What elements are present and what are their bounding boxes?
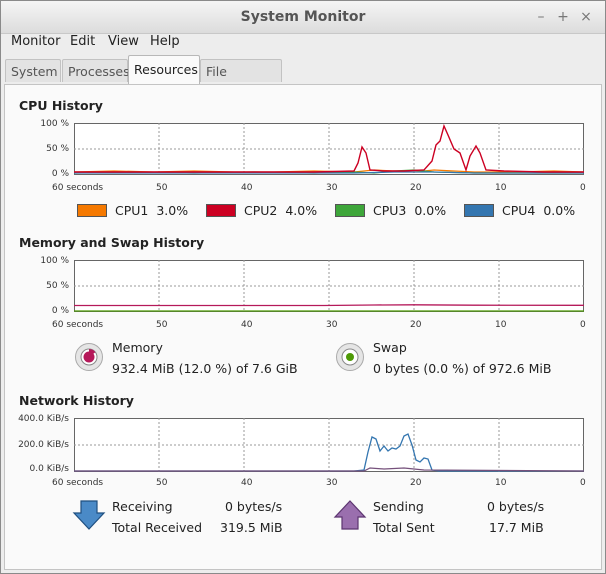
- cpu1-legend: CPU1 3.0%: [115, 203, 188, 218]
- tab-resources[interactable]: Resources: [128, 55, 200, 85]
- memory-label: Memory: [112, 340, 163, 355]
- title-bar[interactable]: System Monitor – + ×: [1, 1, 605, 34]
- total-sent-value: 17.7 MiB: [489, 520, 544, 535]
- mem-y-tick-0: 0 %: [51, 306, 69, 316]
- menu-bar: Monitor Edit View Help: [1, 33, 605, 55]
- memory-history-title: Memory and Swap History: [19, 235, 205, 250]
- window-title: System Monitor: [240, 9, 366, 25]
- close-button[interactable]: ×: [578, 9, 594, 25]
- maximize-button[interactable]: +: [555, 9, 571, 25]
- cpu4-legend: CPU4 0.0%: [502, 203, 575, 218]
- menu-help[interactable]: Help: [150, 34, 180, 49]
- total-sent-label: Total Sent: [373, 520, 435, 535]
- mem-y-tick-100: 100 %: [40, 256, 69, 266]
- net-x-tick-0: 0: [580, 478, 586, 488]
- cpu3-value: 0.0%: [414, 203, 447, 218]
- system-monitor-window: System Monitor – + × Monitor Edit View H…: [0, 0, 606, 574]
- cpu4-name: CPU4: [502, 203, 536, 218]
- mem-x-tick-40: 40: [241, 320, 253, 330]
- net-y-tick-200: 200.0 KiB/s: [18, 440, 69, 450]
- tab-processes[interactable]: Processes: [62, 59, 130, 82]
- cpu2-color-swatch[interactable]: [206, 204, 236, 217]
- cpu-x-tick-10: 10: [495, 183, 507, 193]
- cpu2-legend: CPU2 4.0%: [244, 203, 317, 218]
- minimize-button[interactable]: –: [533, 9, 549, 25]
- mem-x-tick-20: 20: [410, 320, 422, 330]
- cpu-y-tick-0: 0 %: [51, 169, 69, 179]
- menu-view[interactable]: View: [108, 34, 139, 49]
- net-x-tick-30: 30: [326, 478, 338, 488]
- mem-x-tick-50: 50: [156, 320, 168, 330]
- net-x-tick-40: 40: [241, 478, 253, 488]
- tab-bar: System Processes Resources File Systems: [1, 55, 605, 102]
- network-history-graph: [74, 418, 584, 472]
- sending-arrow-icon[interactable]: [333, 499, 367, 531]
- memory-pie-icon[interactable]: [75, 343, 103, 371]
- cpu-history-title: CPU History: [19, 98, 103, 113]
- cpu-history-graph: [74, 123, 584, 175]
- tab-file-systems[interactable]: File Systems: [200, 59, 282, 102]
- net-x-tick-60: 60 seconds: [52, 478, 104, 488]
- net-x-tick-50: 50: [156, 478, 168, 488]
- net-x-tick-10: 10: [495, 478, 507, 488]
- cpu4-value: 0.0%: [543, 203, 576, 218]
- swap-pie-icon[interactable]: [336, 343, 364, 371]
- cpu-x-tick-20: 20: [410, 183, 422, 193]
- memory-value: 932.4 MiB (12.0 %) of 7.6 GiB: [112, 361, 298, 376]
- memory-line: [74, 304, 584, 307]
- cpu-x-tick-60: 60 seconds: [52, 183, 104, 193]
- network-history-title: Network History: [19, 393, 134, 408]
- swap-value: 0 bytes (0.0 %) of 972.6 MiB: [373, 361, 552, 376]
- cpu3-color-swatch[interactable]: [335, 204, 365, 217]
- cpu-y-tick-50: 50 %: [46, 144, 69, 154]
- memory-history-graph: [74, 260, 584, 312]
- tab-system[interactable]: System: [5, 59, 61, 82]
- cpu1-value: 3.0%: [156, 203, 189, 218]
- menu-edit[interactable]: Edit: [70, 34, 95, 49]
- mem-x-tick-10: 10: [495, 320, 507, 330]
- sending-value: 0 bytes/s: [487, 499, 545, 514]
- cpu4-color-swatch[interactable]: [464, 204, 494, 217]
- menu-monitor[interactable]: Monitor: [11, 34, 60, 49]
- resources-panel: CPU History 100 % 50 % 0 % 60 seconds 50…: [4, 84, 602, 570]
- cpu2-value: 4.0%: [285, 203, 318, 218]
- cpu-x-tick-40: 40: [241, 183, 253, 193]
- total-received-label: Total Received: [112, 520, 203, 535]
- cpu-y-tick-100: 100 %: [40, 119, 69, 129]
- receiving-arrow-icon[interactable]: [72, 499, 106, 531]
- cpu-x-tick-0: 0: [580, 183, 586, 193]
- cpu1-name: CPU1: [115, 203, 149, 218]
- receiving-value: 0 bytes/s: [225, 499, 283, 514]
- cpu3-name: CPU3: [373, 203, 407, 218]
- cpu3-legend: CPU3 0.0%: [373, 203, 446, 218]
- mem-y-tick-50: 50 %: [46, 281, 69, 291]
- cpu-x-tick-50: 50: [156, 183, 168, 193]
- receiving-label: Receiving: [112, 499, 173, 514]
- cpu-x-tick-30: 30: [326, 183, 338, 193]
- mem-x-tick-0: 0: [580, 320, 586, 330]
- swap-label: Swap: [373, 340, 407, 355]
- sending-label: Sending: [373, 499, 424, 514]
- net-y-tick-400: 400.0 KiB/s: [18, 414, 69, 424]
- mem-x-tick-30: 30: [326, 320, 338, 330]
- net-x-tick-20: 20: [410, 478, 422, 488]
- cpu2-name: CPU2: [244, 203, 278, 218]
- cpu1-color-swatch[interactable]: [77, 204, 107, 217]
- net-y-tick-0: 0.0 KiB/s: [29, 464, 69, 474]
- mem-x-tick-60: 60 seconds: [52, 320, 104, 330]
- total-received-value: 319.5 MiB: [220, 520, 283, 535]
